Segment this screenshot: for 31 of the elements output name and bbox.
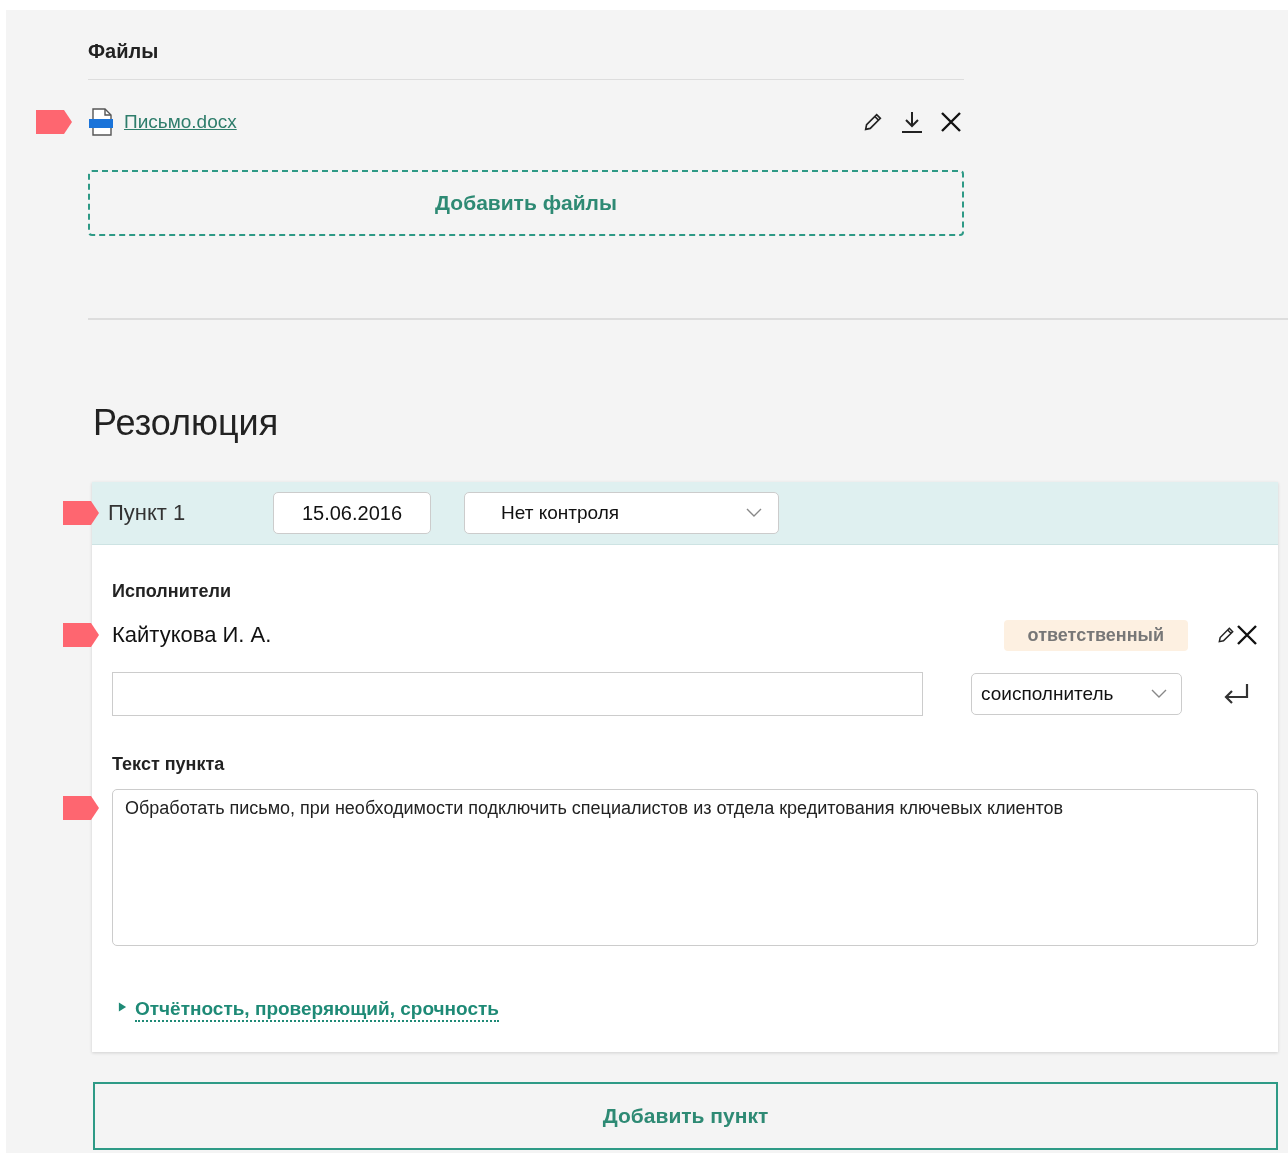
field-label: Текст пункта xyxy=(112,754,226,775)
edit-button[interactable] xyxy=(862,111,884,133)
section-heading: Резолюция xyxy=(93,402,280,444)
delete-button[interactable] xyxy=(1236,624,1258,646)
close-icon xyxy=(940,111,962,133)
file-link[interactable]: Письмо.docx xyxy=(124,111,237,133)
enter-icon xyxy=(1222,683,1250,705)
section-title: Файлы xyxy=(88,40,964,80)
item-title: Пункт 1 xyxy=(108,500,187,526)
document-icon xyxy=(88,108,114,136)
add-item-button[interactable]: Добавить пункт xyxy=(93,1082,1278,1150)
pencil-icon xyxy=(1216,625,1236,645)
control-select[interactable]: Нет контроля xyxy=(464,492,779,534)
add-files-button[interactable]: Добавить файлы xyxy=(88,170,964,236)
chevron-down-icon xyxy=(1151,689,1167,699)
executor-name: Кайтукова И. А. xyxy=(112,622,272,648)
chevron-down-icon xyxy=(746,508,762,518)
executor-input[interactable] xyxy=(112,672,923,716)
download-icon xyxy=(900,110,924,134)
download-button[interactable] xyxy=(900,110,924,134)
item-text-field[interactable]: Обработать письмо, при необходимости подключить специалистов из отдела кредитования ключевых клиентов xyxy=(112,789,1258,946)
role-tag: ответственный xyxy=(1003,619,1188,651)
date-field[interactable]: 15.06.2016 xyxy=(273,492,431,534)
details-link[interactable]: Отчётность, проверяющий, срочность xyxy=(135,998,499,1022)
edit-button[interactable] xyxy=(1216,625,1236,645)
close-icon xyxy=(1236,624,1258,646)
delete-button[interactable] xyxy=(940,111,962,133)
enter-button[interactable] xyxy=(1222,683,1250,705)
pencil-icon xyxy=(862,111,884,133)
role-select[interactable]: соисполнитель xyxy=(971,673,1182,715)
field-label: Исполнители xyxy=(112,581,233,602)
